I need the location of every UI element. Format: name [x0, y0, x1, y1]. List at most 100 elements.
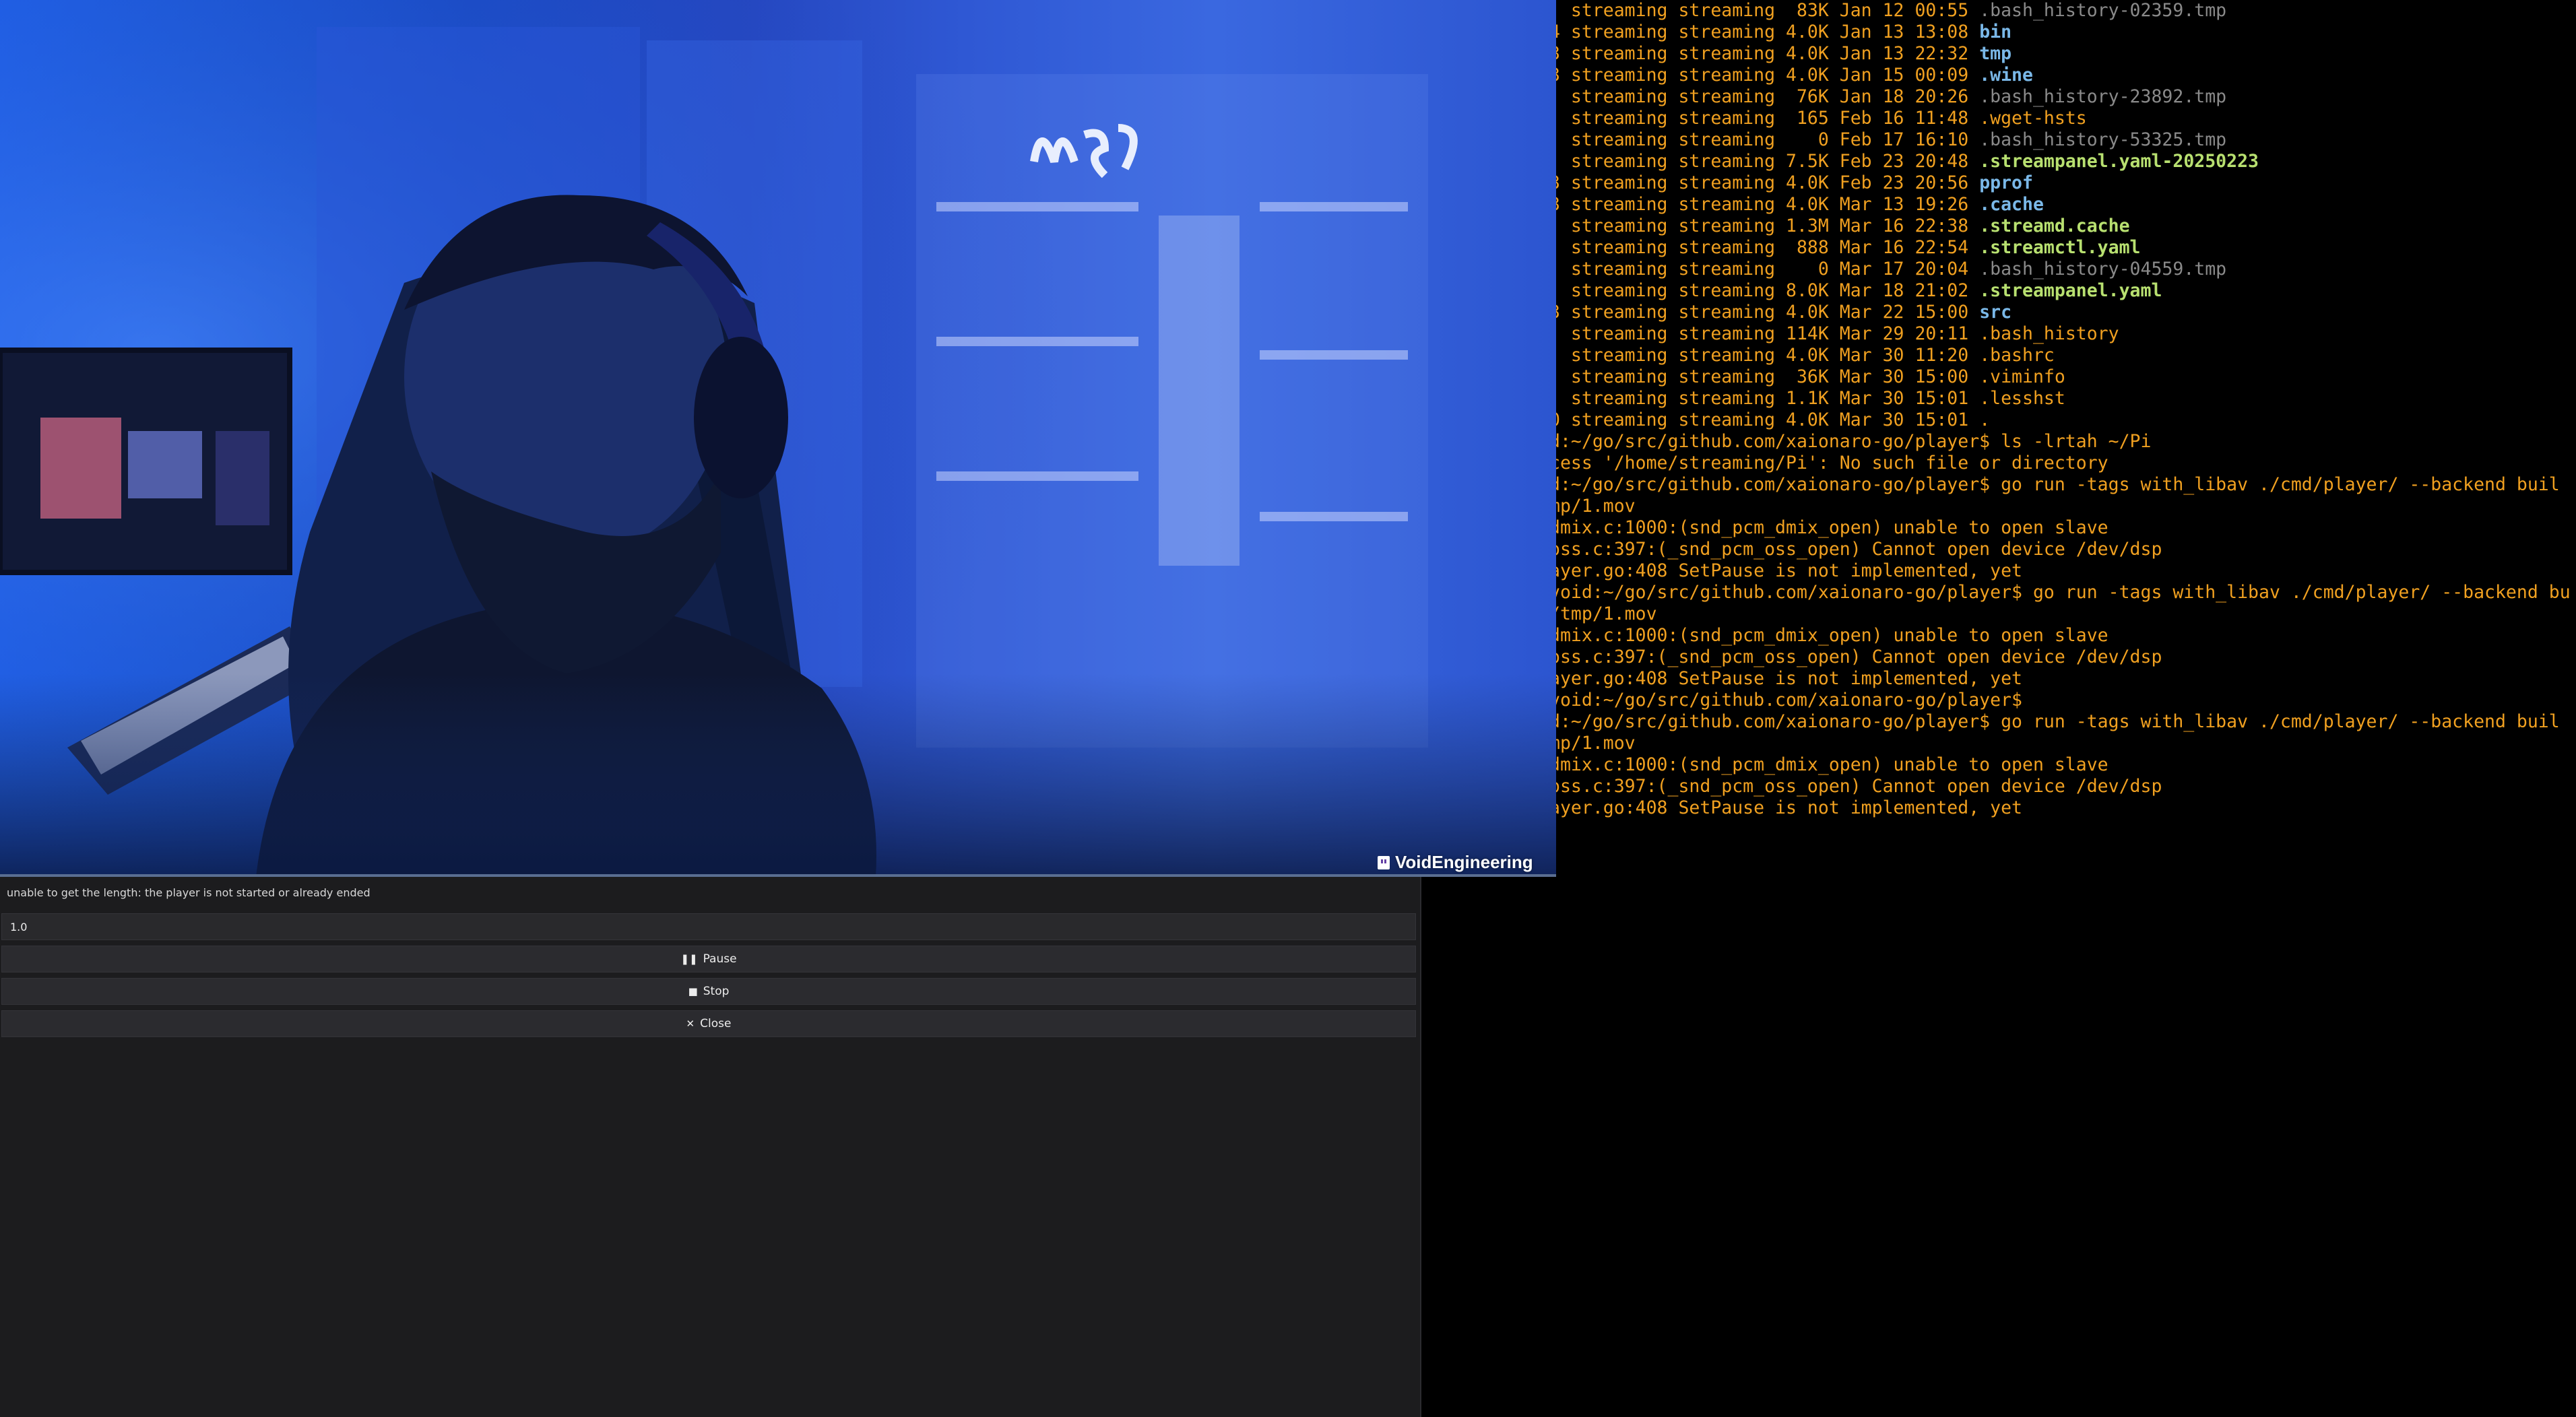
stream-watermark: VoidEngineering	[1378, 852, 1533, 873]
shelf-unit	[916, 74, 1428, 748]
terminal-file-name: .bash_history	[1979, 323, 2119, 344]
terminal-line-text: . streaming streaming 114K Mar 29 20:11	[1549, 323, 1980, 344]
player-control-panel: unable to get the length: the player is …	[0, 877, 1421, 1417]
terminal-line-text: 3 streaming streaming 4.0K Mar 22 15:00	[1549, 302, 1980, 323]
monitor	[0, 348, 292, 575]
terminal-line: void:~/go/src/github.com/xaionaro-go/pla…	[1549, 582, 2571, 603]
terminal-line-text: . streaming streaming 83K Jan 12 00:55	[1549, 0, 1980, 21]
terminal-line-text: . streaming streaming 0 Feb 17 16:10	[1549, 129, 1980, 150]
terminal-file-name: .bash_history-23892.tmp	[1979, 86, 2227, 107]
terminal-line-text: oss.c:397:(_snd_pcm_oss_open) Cannot ope…	[1549, 647, 2162, 667]
terminal-line-text: d:~/go/src/github.com/xaionaro-go/player…	[1549, 474, 2560, 495]
terminal-line-text: . streaming streaming 1.3M Mar 16 22:38	[1549, 216, 1980, 236]
terminal-line: dmix.c:1000:(snd_pcm_dmix_open) unable t…	[1549, 625, 2571, 647]
terminal-line: . streaming streaming 4.0K Mar 30 11:20 …	[1549, 345, 2571, 366]
terminal-line: ayer.go:408 SetPause is not implemented,…	[1549, 797, 2571, 819]
terminal-file-name: .streamd.cache	[1979, 216, 2130, 236]
terminal-window[interactable]: . streaming streaming 83K Jan 12 00:55 .…	[1549, 0, 2576, 1417]
terminal-line: oss.c:397:(_snd_pcm_oss_open) Cannot ope…	[1549, 539, 2571, 560]
terminal-line-text: oss.c:397:(_snd_pcm_oss_open) Cannot ope…	[1549, 776, 2162, 797]
terminal-line: oss.c:397:(_snd_pcm_oss_open) Cannot ope…	[1549, 776, 2571, 797]
terminal-line: d:~/go/src/github.com/xaionaro-go/player…	[1549, 431, 2571, 453]
terminal-line-text: mp/1.mov	[1549, 733, 1636, 754]
pause-button[interactable]: ❚❚ Pause	[1, 946, 1416, 973]
terminal-line-text: dmix.c:1000:(snd_pcm_dmix_open) unable t…	[1549, 625, 2108, 646]
terminal-file-name: src	[1979, 302, 2012, 323]
pause-label: Pause	[703, 952, 737, 966]
terminal-line: d:~/go/src/github.com/xaionaro-go/player…	[1549, 711, 2571, 733]
terminal-line-text: void:~/go/src/github.com/xaionaro-go/pla…	[1549, 690, 2022, 711]
terminal-file-name: .bash_history-04559.tmp	[1979, 259, 2227, 279]
terminal-line-text: 3 streaming streaming 4.0K Jan 15 00:09	[1549, 65, 1980, 86]
terminal-line-text: void:~/go/src/github.com/xaionaro-go/pla…	[1549, 582, 2571, 603]
volume-input[interactable]: 1.0	[1, 913, 1416, 940]
terminal-line: 3 streaming streaming 4.0K Feb 23 20:56 …	[1549, 172, 2571, 194]
terminal-file-name: .bashrc	[1979, 345, 2055, 366]
terminal-line-text: . streaming streaming 1.1K Mar 30 15:01	[1549, 388, 1980, 409]
terminal-line: 4 streaming streaming 4.0K Jan 13 13:08 …	[1549, 22, 2571, 43]
terminal-line: oss.c:397:(_snd_pcm_oss_open) Cannot ope…	[1549, 647, 2571, 668]
terminal-line-text: oss.c:397:(_snd_pcm_oss_open) Cannot ope…	[1549, 539, 2162, 560]
terminal-line-text: . streaming streaming 76K Jan 18 20:26	[1549, 86, 1980, 107]
terminal-line-text: dmix.c:1000:(snd_pcm_dmix_open) unable t…	[1549, 754, 2108, 775]
pause-icon: ❚❚	[680, 953, 698, 965]
terminal-line: . streaming streaming 114K Mar 29 20:11 …	[1549, 323, 2571, 345]
stop-button[interactable]: ■ Stop	[1, 978, 1416, 1005]
terminal-line-text: ayer.go:408 SetPause is not implemented,…	[1549, 560, 2022, 581]
terminal-line-text: 3 streaming streaming 4.0K Mar 13 19:26	[1549, 194, 1980, 215]
terminal-line: . streaming streaming 1.1K Mar 30 15:01 …	[1549, 388, 2571, 409]
terminal-file-name: .lesshst	[1979, 388, 2065, 409]
terminal-file-name: .viminfo	[1979, 366, 2065, 387]
status-message: unable to get the length: the player is …	[7, 886, 371, 899]
terminal-line: 3 streaming streaming 4.0K Mar 22 15:00 …	[1549, 302, 2571, 323]
terminal-line: . streaming streaming 36K Mar 30 15:00 .…	[1549, 366, 2571, 388]
terminal-line: mp/1.mov	[1549, 733, 2571, 754]
stop-icon: ■	[688, 985, 698, 997]
terminal-file-name: .wine	[1979, 65, 2033, 86]
terminal-line-text: . streaming streaming 7.5K Feb 23 20:48	[1549, 151, 1980, 172]
terminal-line-text: mp/1.mov	[1549, 496, 1636, 517]
terminal-file-name: .streampanel.yaml-20250223	[1979, 151, 2259, 172]
video-frame: VoidEngineering	[0, 0, 1556, 877]
close-label: Close	[700, 1017, 732, 1030]
volume-value: 1.0	[10, 920, 28, 933]
terminal-line-text: 3 streaming streaming 4.0K Jan 13 22:32	[1549, 43, 1980, 64]
terminal-line: . streaming streaming 8.0K Mar 18 21:02 …	[1549, 280, 2571, 302]
terminal-line-text: . streaming streaming 165 Feb 16 11:48	[1549, 108, 1980, 129]
terminal-file-name: tmp	[1979, 43, 2012, 64]
terminal-line-text: ayer.go:408 SetPause is not implemented,…	[1549, 668, 2022, 689]
terminal-file-name: .	[1979, 409, 1991, 430]
stop-label: Stop	[703, 985, 730, 998]
terminal-line: . streaming streaming 165 Feb 16 11:48 .…	[1549, 108, 2571, 129]
terminal-line-text: 3 streaming streaming 4.0K Feb 23 20:56	[1549, 172, 1980, 193]
terminal-line-text: 4 streaming streaming 4.0K Jan 13 13:08	[1549, 22, 1980, 42]
terminal-output: . streaming streaming 83K Jan 12 00:55 .…	[1549, 0, 2571, 819]
terminal-file-name: pprof	[1979, 172, 2033, 193]
terminal-line-text: . streaming streaming 8.0K Mar 18 21:02	[1549, 280, 1980, 301]
terminal-line-text: d:~/go/src/github.com/xaionaro-go/player…	[1549, 431, 2152, 452]
terminal-line: dmix.c:1000:(snd_pcm_dmix_open) unable t…	[1549, 517, 2571, 539]
terminal-line-text: ayer.go:408 SetPause is not implemented,…	[1549, 797, 2022, 818]
video-scene	[0, 0, 1556, 877]
terminal-file-name: .bash_history-02359.tmp	[1979, 0, 2227, 21]
terminal-line: /tmp/1.mov	[1549, 603, 2571, 625]
terminal-line: ayer.go:408 SetPause is not implemented,…	[1549, 560, 2571, 582]
terminal-line-text: cess '/home/streaming/Pi': No such file …	[1549, 453, 2108, 473]
terminal-line: 3 streaming streaming 4.0K Jan 15 00:09 …	[1549, 65, 2571, 86]
terminal-line-text: . streaming streaming 0 Mar 17 20:04	[1549, 259, 1980, 279]
close-button[interactable]: ✕ Close	[1, 1010, 1416, 1037]
streamer-name: VoidEngineering	[1395, 852, 1533, 872]
terminal-line-text: /tmp/1.mov	[1549, 603, 1657, 624]
terminal-line: ayer.go:408 SetPause is not implemented,…	[1549, 668, 2571, 690]
terminal-line-text: d:~/go/src/github.com/xaionaro-go/player…	[1549, 711, 2560, 732]
terminal-line-text: . streaming streaming 36K Mar 30 15:00	[1549, 366, 1980, 387]
terminal-line-text: . streaming streaming 888 Mar 16 22:54	[1549, 237, 1980, 258]
terminal-line: . streaming streaming 7.5K Feb 23 20:48 …	[1549, 151, 2571, 172]
terminal-line: 3 streaming streaming 4.0K Mar 13 19:26 …	[1549, 194, 2571, 216]
terminal-file-name: bin	[1979, 22, 2012, 42]
terminal-line: 3 streaming streaming 4.0K Jan 13 22:32 …	[1549, 43, 2571, 65]
terminal-file-name: .streampanel.yaml	[1979, 280, 2162, 301]
terminal-file-name: .streamctl.yaml	[1979, 237, 2141, 258]
twitch-icon	[1378, 855, 1390, 869]
terminal-line: . streaming streaming 83K Jan 12 00:55 .…	[1549, 0, 2571, 22]
